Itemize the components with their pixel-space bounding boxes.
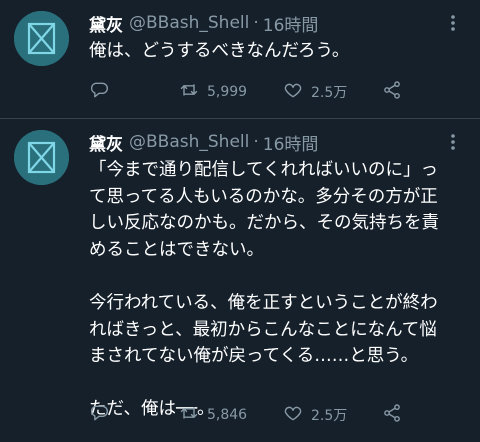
avatar[interactable]: [14, 130, 69, 185]
separator: ·: [253, 13, 259, 33]
like-count: 2.5万: [311, 85, 348, 101]
user-handle[interactable]: @BBash_Shell: [129, 13, 249, 33]
share-button[interactable]: [382, 79, 402, 105]
like-button[interactable]: 2.5万: [283, 79, 347, 105]
user-handle[interactable]: @BBash_Shell: [129, 132, 249, 152]
tweet-header: 黛灰 @BBash_Shell · 16時間: [89, 130, 319, 155]
tweet-text-line: 「今まで通り配信してくれればいいのに」っ: [89, 160, 438, 180]
reply-button[interactable]: [89, 402, 109, 428]
like-button[interactable]: 2.5万: [283, 402, 347, 428]
tweet-text-line: ればきっと、最初からこんなことになんて悩: [89, 319, 437, 340]
reply-icon: [89, 80, 109, 104]
tweet-text-line: まされてない俺が戻ってくる……と思う。: [89, 346, 419, 367]
reply-button[interactable]: [89, 79, 109, 105]
retweet-count: 5,846: [207, 407, 248, 423]
tweet-text-line: [89, 370, 469, 397]
tweet-text-line: て思ってる人もいるのかな。多分その方が正: [89, 186, 438, 207]
more-icon[interactable]: [444, 11, 462, 35]
like-icon: [283, 403, 303, 427]
tweet-text-line: 今行われている、俺を正すということが終わ: [89, 292, 438, 313]
share-icon: [382, 80, 402, 104]
tweet-text-line: めることはできない。: [89, 239, 264, 260]
tweet-actions: 5,999 2.5万: [89, 79, 419, 105]
tweet[interactable]: 黛灰 @BBash_Shell · 16時間 俺は、どうするべきなんだろう。 5…: [0, 0, 480, 119]
share-button[interactable]: [382, 402, 402, 428]
tweet-text-line: しい反応なのかも。だから、その気持ちを責: [89, 213, 439, 234]
tweet-header: 黛灰 @BBash_Shell · 16時間: [89, 11, 319, 36]
separator: ·: [253, 132, 259, 152]
timestamp[interactable]: 16時間: [263, 11, 319, 36]
like-icon: [283, 80, 303, 104]
retweet-button[interactable]: 5,999: [179, 79, 247, 105]
like-count: 2.5万: [311, 408, 348, 424]
reply-icon: [89, 403, 109, 427]
retweet-icon: [179, 403, 199, 427]
tweet-text: 「今まで通り配信してくれればいいのに」っ て思ってる人もいるのかな。多分その方が…: [89, 157, 469, 423]
avatar[interactable]: [14, 11, 69, 66]
tweet-text: 俺は、どうするべきなんだろう。: [89, 38, 469, 65]
display-name[interactable]: 黛灰: [89, 130, 123, 155]
retweet-count: 5,999: [207, 84, 248, 100]
tweet-text-line: 俺は、どうするべきなんだろう。: [89, 41, 350, 61]
retweet-button[interactable]: 5,846: [179, 402, 247, 428]
more-icon[interactable]: [444, 130, 462, 154]
tweet[interactable]: 黛灰 @BBash_Shell · 16時間 「今まで通り配信してくれればいいの…: [0, 119, 480, 442]
retweet-icon: [179, 80, 199, 104]
timestamp[interactable]: 16時間: [263, 130, 319, 155]
share-icon: [382, 403, 402, 427]
tweet-text-line: [89, 263, 469, 290]
display-name[interactable]: 黛灰: [89, 11, 123, 36]
tweet-actions: 5,846 2.5万: [89, 402, 419, 428]
